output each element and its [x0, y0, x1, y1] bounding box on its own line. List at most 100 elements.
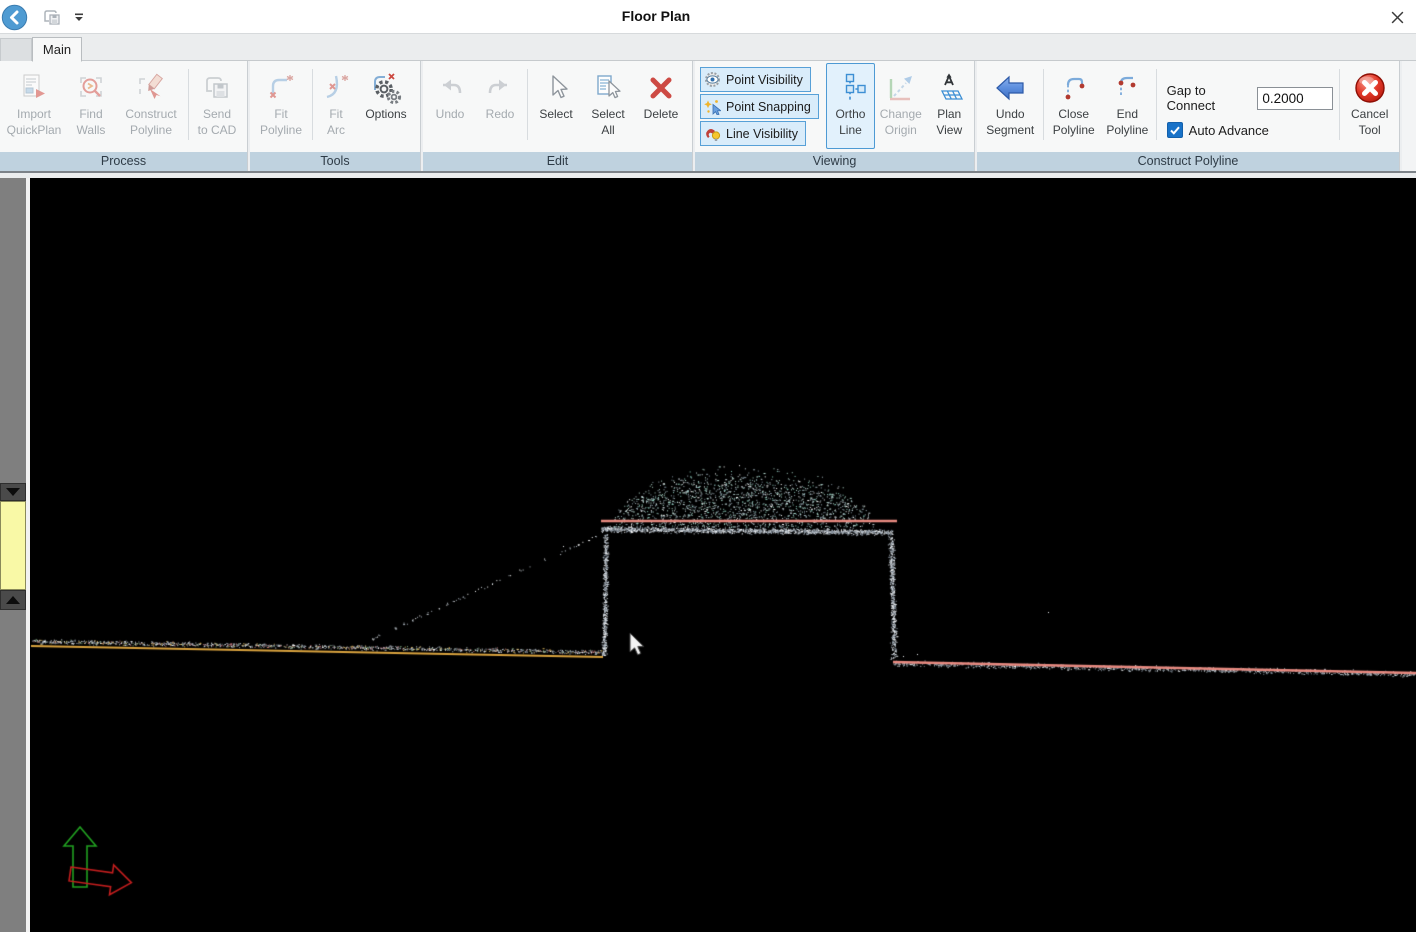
redo-button[interactable]: Redo [475, 63, 525, 151]
slider-range-handle[interactable] [0, 501, 26, 590]
group-label-process: Process [0, 152, 247, 171]
ortho-line-icon [834, 69, 866, 107]
undo-segment-icon [994, 69, 1026, 107]
group-label-viewing: Viewing [695, 152, 974, 171]
plan-view-icon [933, 69, 965, 107]
close-window-button[interactable] [1386, 7, 1408, 27]
undo-icon [434, 69, 466, 107]
end-polyline-button[interactable]: End Polyline [1101, 63, 1154, 151]
fit-arc-label: Fit Arc [327, 107, 345, 138]
plan-view-button[interactable]: Plan View [926, 63, 972, 151]
send-to-cad-button[interactable]: Send to CAD [191, 63, 243, 151]
close-icon [1390, 10, 1405, 25]
fit-polyline-label: Fit Polyline [260, 107, 302, 138]
change-origin-button[interactable]: Change Origin [875, 63, 926, 151]
group-edit: Undo Redo [423, 61, 693, 171]
fit-polyline-button[interactable]: Fit Polyline [252, 63, 310, 151]
options-button[interactable]: Options [357, 63, 415, 151]
gap-to-connect-input[interactable] [1257, 87, 1333, 110]
group-label-edit: Edit [423, 152, 692, 171]
find-walls-icon [75, 69, 107, 107]
plan-view-label: Plan View [936, 107, 962, 138]
select-all-icon [592, 69, 624, 107]
options-icon [369, 69, 403, 107]
point-visibility-label: Point Visibility [726, 73, 803, 87]
line-visibility-label: Line Visibility [726, 127, 798, 141]
viewport [0, 178, 1416, 932]
redo-icon [484, 69, 516, 107]
delete-icon [645, 69, 677, 107]
window-title: Floor Plan [0, 0, 1312, 33]
group-viewing: Point Visibility Point Snapping [695, 61, 975, 171]
fit-arc-icon [320, 69, 352, 107]
construct-fields: Gap to Connect Auto Advance [1159, 63, 1340, 138]
find-walls-button[interactable]: Find Walls [66, 63, 116, 151]
line-visibility-icon [704, 125, 721, 142]
select-button[interactable]: Select [530, 63, 582, 151]
ortho-line-button[interactable]: Ortho Line [826, 63, 875, 149]
send-to-cad-icon [201, 69, 233, 107]
send-to-cad-label: Send to CAD [198, 107, 237, 138]
floor-plan-window: Floor Plan Main [0, 0, 1416, 932]
tab-main[interactable]: Main [32, 37, 82, 62]
close-polyline-icon [1058, 69, 1090, 107]
close-polyline-button[interactable]: Close Polyline [1046, 63, 1101, 151]
group-construct-polyline: Undo Segment Close Polyline [977, 61, 1400, 171]
select-all-button[interactable]: Select All [582, 63, 634, 151]
import-quickplan-icon [18, 69, 50, 107]
cancel-tool-icon [1353, 69, 1387, 107]
ortho-line-label: Ortho Line [835, 107, 865, 138]
group-label-tools: Tools [250, 152, 420, 171]
ribbon-filler [1402, 61, 1416, 171]
tools-separator [312, 69, 313, 140]
auto-advance-checkbox[interactable] [1167, 122, 1183, 138]
select-icon [540, 69, 572, 107]
end-polyline-icon [1111, 69, 1143, 107]
triangle-down-icon [6, 488, 20, 496]
viewing-toggle-stack: Point Visibility Point Snapping [697, 63, 822, 146]
point-visibility-toggle[interactable]: Point Visibility [700, 67, 811, 92]
triangle-up-icon [6, 596, 20, 604]
title-bar: Floor Plan [0, 0, 1416, 33]
group-process: Import QuickPlan Find Walls [0, 61, 248, 171]
undo-segment-button[interactable]: Undo Segment [979, 63, 1041, 151]
point-snapping-icon [704, 98, 721, 115]
ribbon: Import QuickPlan Find Walls [0, 61, 1416, 171]
options-label: Options [365, 107, 406, 123]
change-origin-label: Change Origin [880, 107, 922, 138]
select-label: Select [539, 107, 572, 123]
find-walls-label: Find Walls [77, 107, 106, 138]
redo-label: Redo [486, 107, 515, 123]
tab-strip-left-block [0, 38, 32, 62]
point-snapping-toggle[interactable]: Point Snapping [700, 94, 819, 119]
import-quickplan-button[interactable]: Import QuickPlan [2, 63, 66, 151]
change-origin-icon [885, 69, 917, 107]
viewport-canvas[interactable] [30, 178, 1416, 932]
fit-arc-button[interactable]: Fit Arc [315, 63, 357, 151]
checkmark-icon [1169, 124, 1181, 136]
end-polyline-label: End Polyline [1106, 107, 1148, 138]
delete-label: Delete [644, 107, 679, 123]
elevation-slider[interactable] [0, 178, 26, 932]
group-label-construct-polyline: Construct Polyline [977, 152, 1399, 171]
edit-separator [527, 69, 528, 140]
point-visibility-icon [704, 71, 721, 88]
cancel-tool-label: Cancel Tool [1351, 107, 1388, 138]
line-visibility-toggle[interactable]: Line Visibility [700, 121, 806, 146]
select-all-label: Select All [591, 107, 624, 138]
cancel-tool-button[interactable]: Cancel Tool [1342, 63, 1397, 151]
point-snapping-label: Point Snapping [726, 100, 811, 114]
slider-down-button[interactable] [0, 483, 26, 501]
process-separator [188, 69, 189, 140]
construct-separator-3 [1339, 69, 1340, 140]
slider-up-button[interactable] [0, 590, 26, 610]
delete-button[interactable]: Delete [634, 63, 688, 151]
construct-separator-1 [1043, 69, 1044, 140]
auto-advance-label: Auto Advance [1189, 123, 1269, 138]
close-polyline-label: Close Polyline [1053, 107, 1095, 138]
construct-polyline-label: Construct Polyline [125, 107, 176, 138]
undo-button[interactable]: Undo [425, 63, 475, 151]
construct-separator-2 [1156, 69, 1157, 140]
construct-polyline-button[interactable]: Construct Polyline [116, 63, 186, 151]
construct-polyline-icon [135, 69, 167, 107]
